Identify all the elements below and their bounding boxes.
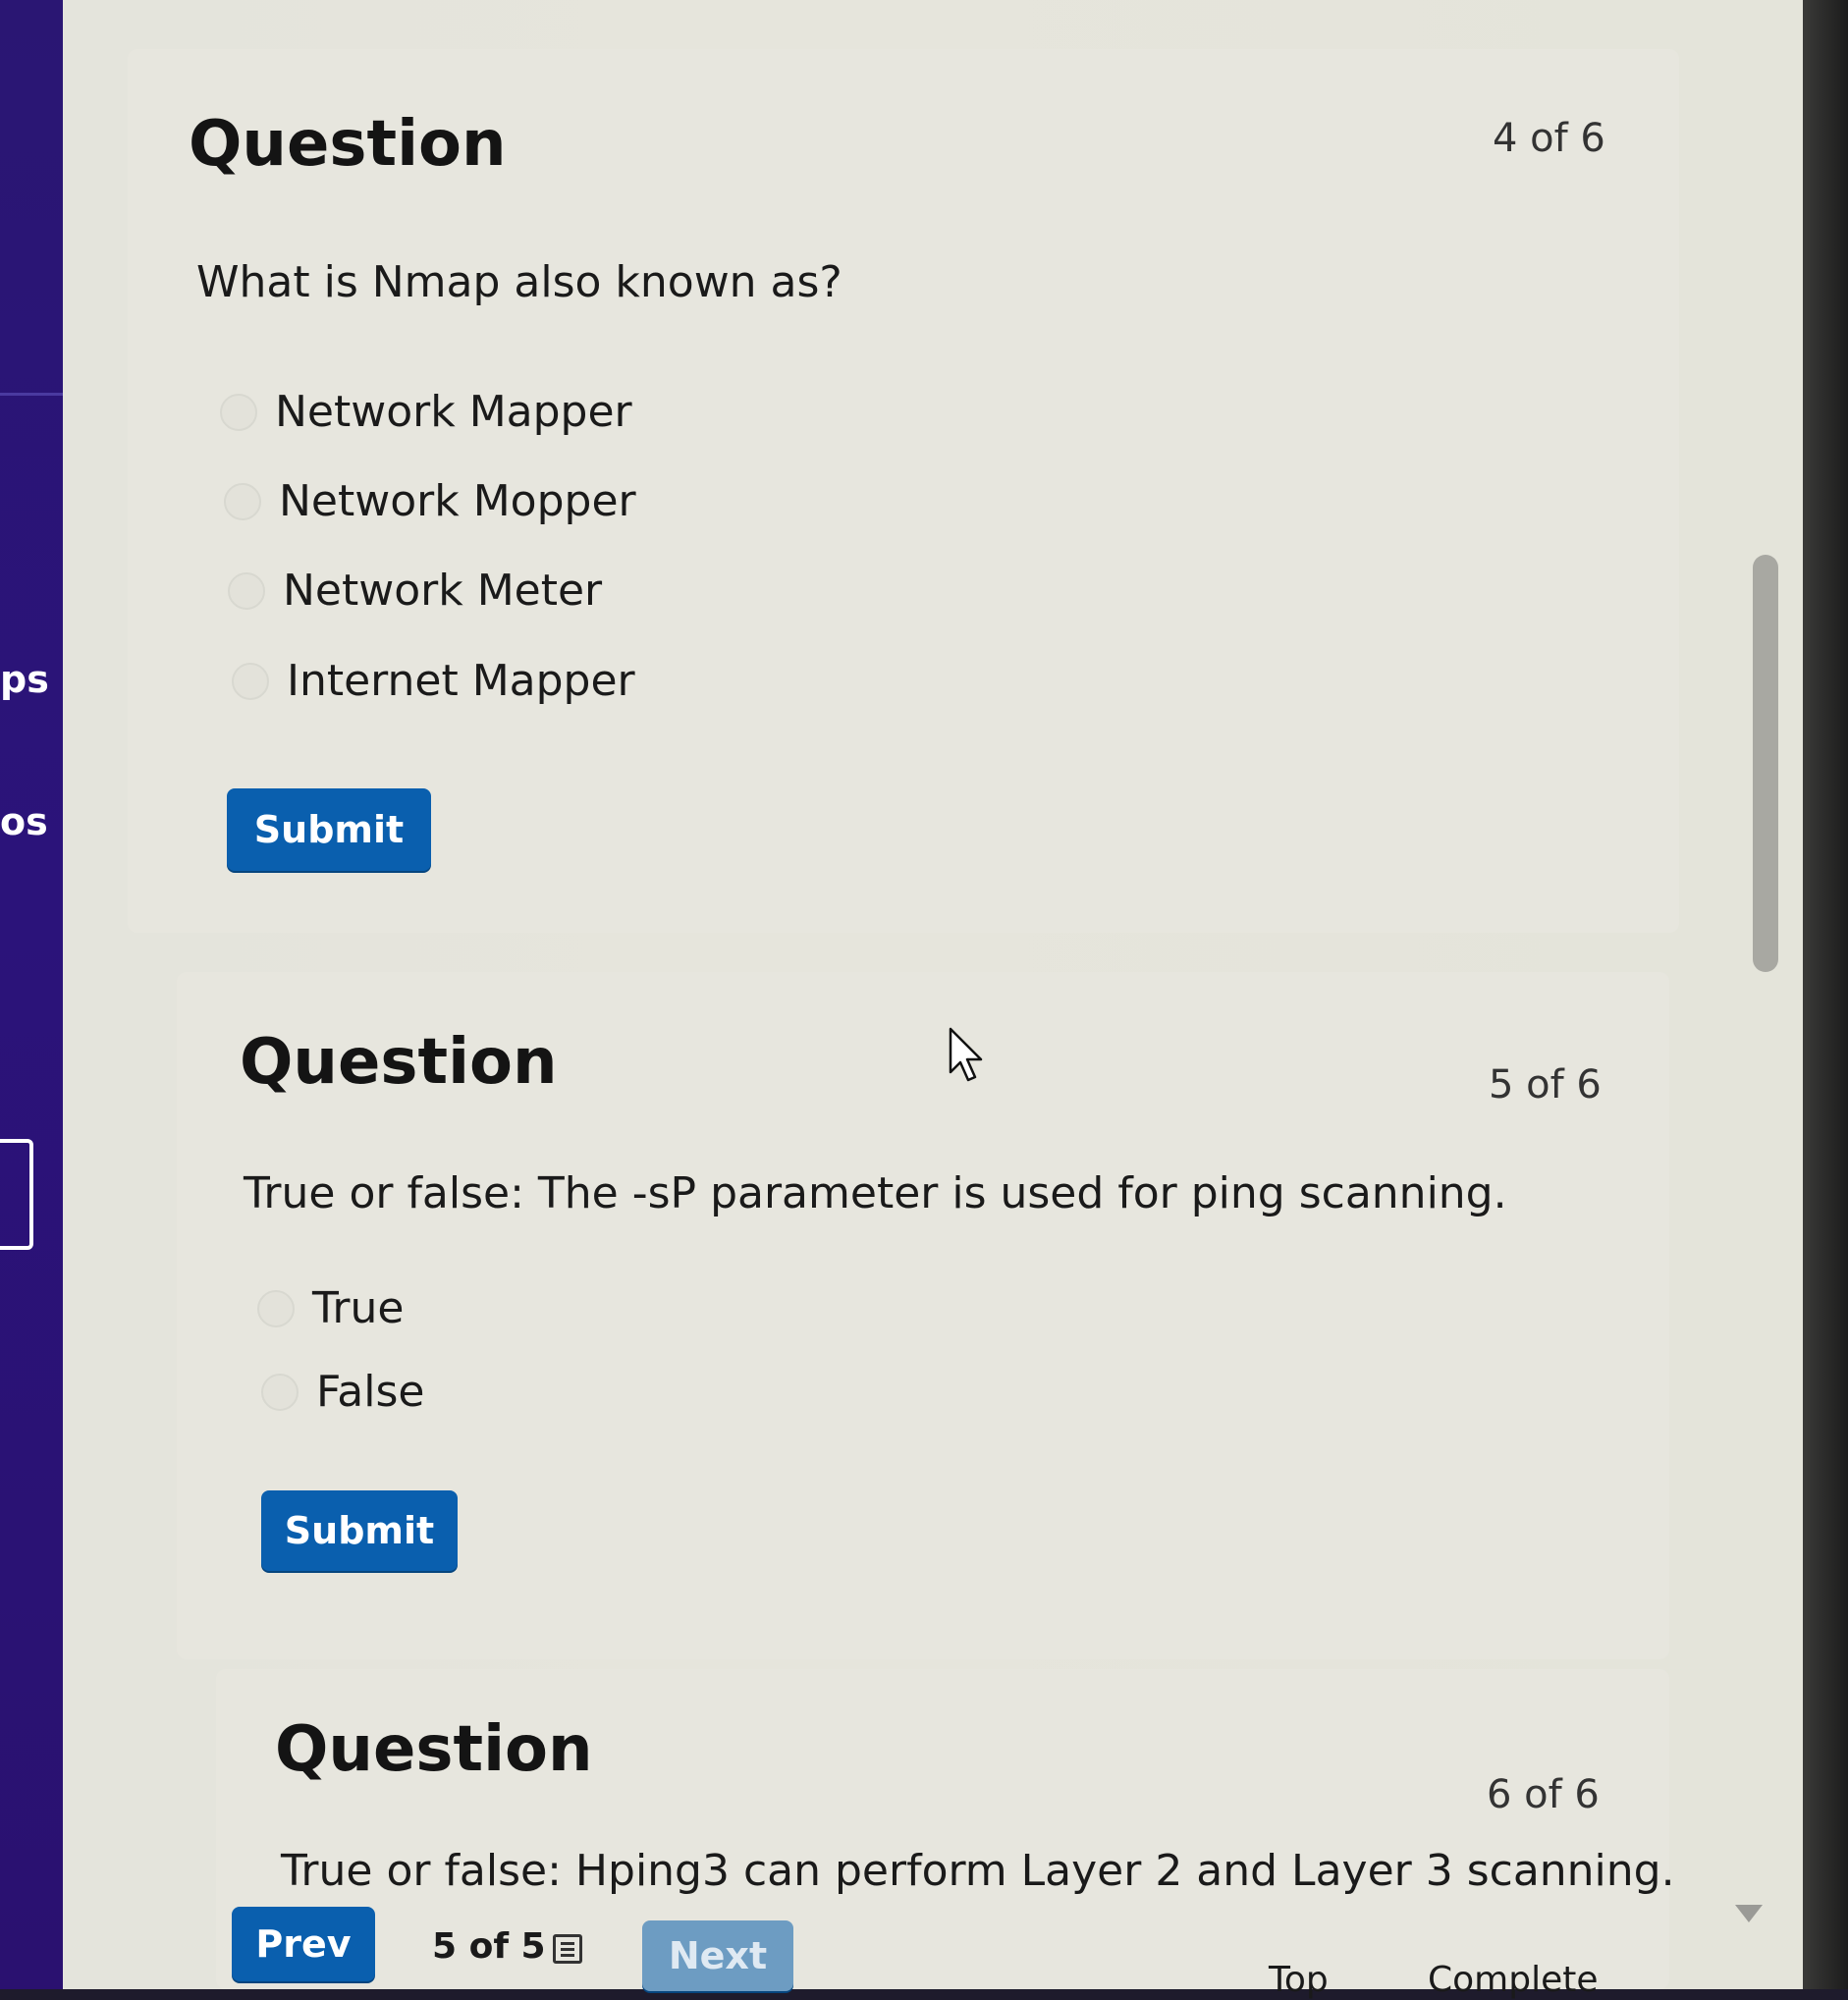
question-title: Question [189, 108, 507, 181]
question-text: What is Nmap also known as? [196, 257, 842, 307]
answer-option[interactable]: False [261, 1367, 424, 1417]
sidebar-item-label[interactable]: os [0, 800, 48, 843]
radio-button[interactable] [232, 662, 269, 700]
chevron-down-icon[interactable] [1735, 1905, 1763, 1922]
answer-option[interactable]: Network Mopper [224, 476, 636, 526]
radio-button[interactable] [261, 1373, 299, 1411]
mouse-pointer-icon [949, 1027, 983, 1082]
complete-link[interactable]: Complete [1428, 1960, 1599, 2000]
submit-button[interactable]: Submit [261, 1490, 458, 1571]
next-button[interactable]: Next [642, 1920, 793, 1991]
list-icon[interactable] [553, 1934, 582, 1964]
window-edge [1803, 0, 1848, 1989]
scrollbar-thumb[interactable] [1753, 555, 1778, 972]
answer-label: False [316, 1367, 425, 1417]
question-counter: 4 of 6 [1493, 116, 1605, 161]
answer-label: Internet Mapper [287, 656, 635, 706]
radio-button[interactable] [224, 482, 261, 520]
question-counter: 5 of 6 [1489, 1062, 1602, 1108]
question-counter: 6 of 6 [1487, 1772, 1600, 1817]
question-text: True or false: The -sP parameter is used… [244, 1168, 1507, 1218]
answer-label: Network Meter [283, 566, 603, 616]
answer-option[interactable]: Network Mapper [220, 387, 632, 437]
answer-option[interactable]: True [257, 1283, 404, 1333]
radio-button[interactable] [257, 1289, 295, 1327]
top-link[interactable]: Top [1269, 1960, 1329, 2000]
answer-option[interactable]: Network Meter [228, 566, 602, 616]
answer-label: Network Mapper [275, 387, 632, 437]
question-text: True or false: Hping3 can perform Layer … [281, 1846, 1675, 1896]
pager-status: 5 of 5 [432, 1926, 546, 1967]
question-title: Question [240, 1026, 558, 1099]
answer-label: True [312, 1283, 405, 1333]
submit-button[interactable]: Submit [227, 788, 431, 871]
answer-label: Network Mopper [279, 476, 636, 526]
radio-button[interactable] [220, 393, 257, 431]
prev-button[interactable]: Prev [232, 1907, 375, 1981]
question-title: Question [275, 1713, 593, 1786]
sidebar-item-label[interactable]: ps [0, 658, 49, 701]
sidebar-panel-box[interactable] [0, 1139, 33, 1250]
answer-option[interactable]: Internet Mapper [232, 656, 635, 706]
radio-button[interactable] [228, 571, 265, 610]
